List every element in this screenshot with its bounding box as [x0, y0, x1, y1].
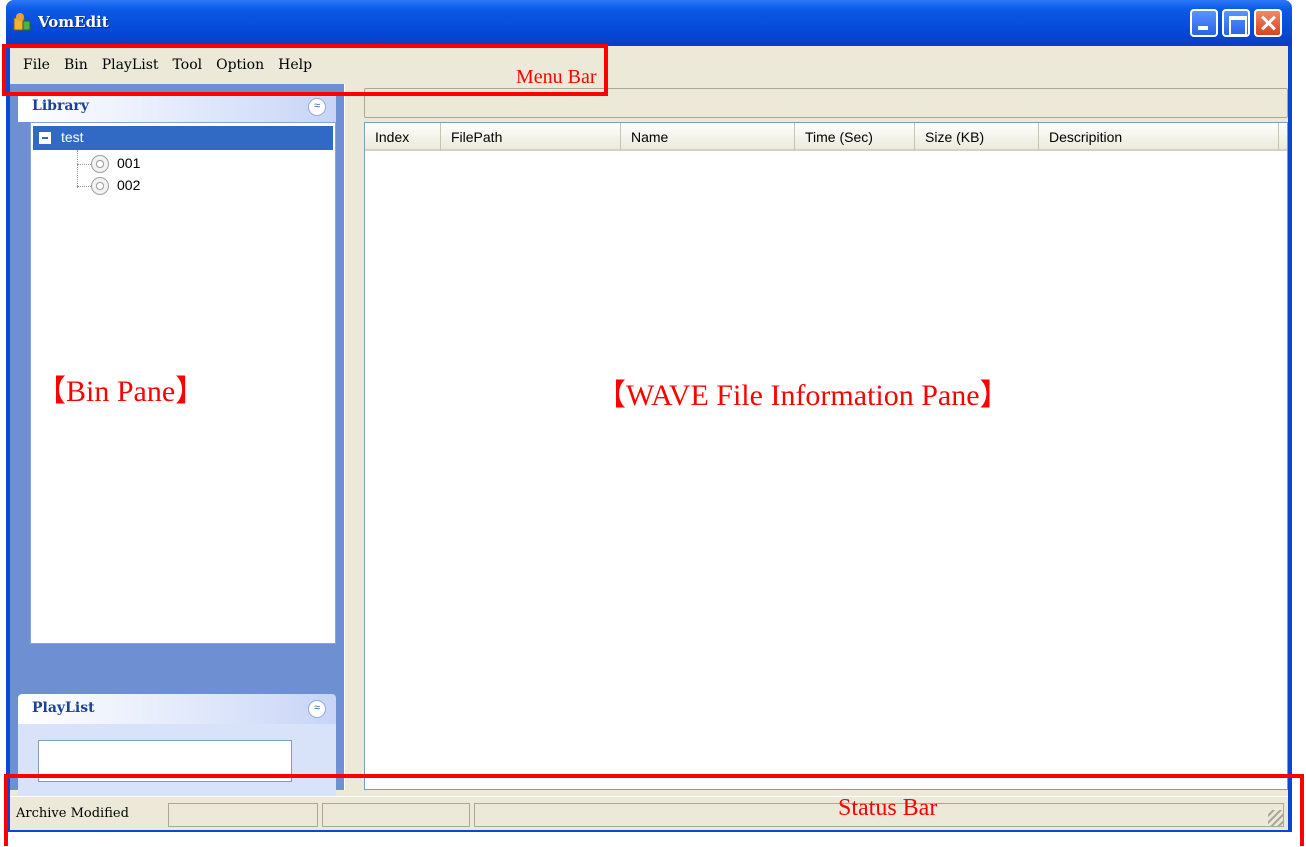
tree-node-label: 001: [117, 155, 141, 171]
disc-icon: [91, 177, 109, 195]
pane-splitter[interactable]: [344, 84, 364, 790]
minimize-button[interactable]: [1190, 9, 1218, 37]
status-bar-annotation: Status Bar: [838, 795, 938, 821]
menu-bar-annotation: Menu Bar: [516, 66, 597, 88]
column-index[interactable]: Index: [365, 123, 441, 151]
app-icon: [13, 13, 31, 31]
playlist-collapse-icon[interactable]: ≈: [308, 700, 326, 718]
tree-node-label: test: [61, 129, 84, 145]
app-window: VomEdit File Bin PlayList Tool Option He…: [6, 0, 1292, 832]
status-bar-annotation-box: [4, 774, 1304, 846]
library-panel-header[interactable]: Library ≈: [18, 92, 336, 122]
collapse-node-icon[interactable]: [39, 132, 51, 144]
tree-connector: [77, 186, 91, 187]
list-header: Index FilePath Name Time (Sec) Size (KB)…: [365, 123, 1287, 151]
column-description[interactable]: Descripition: [1039, 123, 1279, 151]
wave-pane-annotation: 【WAVE File Information Pane】: [596, 379, 1010, 412]
disc-icon: [91, 155, 109, 173]
close-button[interactable]: [1254, 9, 1282, 37]
bin-pane: Library ≈ test 001 002 PlayList ≈: [10, 84, 344, 810]
column-size[interactable]: Size (KB): [915, 123, 1039, 151]
column-time[interactable]: Time (Sec): [795, 123, 915, 151]
tree-node-root[interactable]: test: [33, 126, 333, 150]
playlist-panel-header[interactable]: PlayList ≈: [18, 694, 336, 724]
maximize-button[interactable]: [1222, 9, 1250, 37]
tree-connector: [77, 164, 91, 165]
title-bar[interactable]: VomEdit: [6, 0, 1292, 46]
window-title: VomEdit: [38, 13, 109, 31]
wave-file-list[interactable]: Index FilePath Name Time (Sec) Size (KB)…: [364, 122, 1288, 790]
client-area: File Bin PlayList Tool Option Help Libra…: [10, 46, 1288, 830]
library-title: Library: [32, 98, 89, 114]
tree-node-label: 002: [117, 177, 141, 193]
column-filepath[interactable]: FilePath: [441, 123, 621, 151]
playlist-title: PlayList: [32, 700, 95, 716]
column-name[interactable]: Name: [621, 123, 795, 151]
library-collapse-icon[interactable]: ≈: [308, 98, 326, 116]
bin-pane-annotation: 【Bin Pane】: [36, 375, 206, 408]
tree-connector: [77, 150, 78, 188]
